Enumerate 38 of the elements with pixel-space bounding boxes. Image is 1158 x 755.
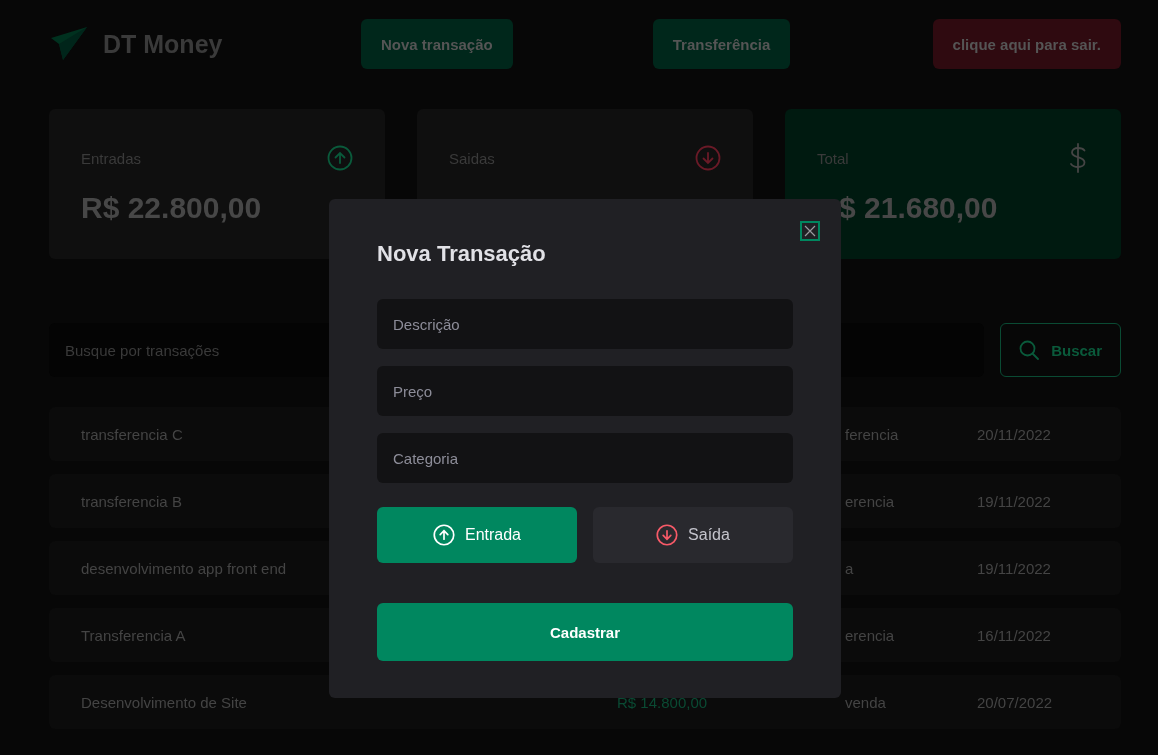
modal-title: Nova Transação — [377, 241, 547, 267]
card-value: $ 21.680,00 — [838, 191, 999, 225]
header-button[interactable]: Transferência — [652, 19, 791, 69]
date-cell: 20/11/2022 — [977, 425, 1051, 443]
description-cell: Transferencia A — [81, 626, 186, 644]
category-cell-text: erencia — [844, 492, 895, 510]
category-cell-text: erencia — [844, 626, 895, 644]
category-cell-text: venda — [844, 693, 886, 711]
arrow-down-circle-icon — [656, 524, 679, 546]
date-cell: 19/11/2022 — [977, 492, 1051, 510]
description-cell: transferencia B — [81, 492, 182, 510]
date-cell: 20/07/2022 — [977, 693, 1053, 711]
text-field[interactable]: Preço — [377, 366, 793, 416]
arrow-up-circle-icon — [327, 145, 353, 171]
date-cell: 19/11/2022 — [977, 559, 1051, 577]
description-cell: transferencia C — [81, 425, 183, 443]
card-label: Total — [817, 149, 849, 167]
transaction-type-button[interactable]: Entrada — [377, 507, 577, 563]
transaction-type-button[interactable]: Saída — [593, 507, 793, 563]
search-button[interactable]: Buscar — [1000, 323, 1121, 377]
submit-button[interactable]: Cadastrar — [377, 603, 793, 661]
date-cell: 16/11/2022 — [977, 626, 1051, 644]
logout-button[interactable]: clique aqui para sair. — [932, 19, 1121, 69]
close-button[interactable] — [800, 221, 820, 241]
text-field[interactable]: Categoria — [377, 433, 793, 483]
search-icon — [1019, 340, 1040, 360]
category-cell-text: a — [844, 559, 854, 577]
price-cell: R$ 14.800,00 — [617, 693, 708, 711]
category-cell-text: ferencia — [844, 425, 899, 443]
arrow-up-circle-icon — [432, 524, 455, 546]
header-button[interactable]: Nova transação — [361, 19, 513, 69]
arrow-down-circle-icon — [695, 145, 721, 171]
text-field[interactable]: Descrição — [377, 299, 793, 349]
close-icon — [804, 225, 816, 237]
description-cell: desenvolvimento app front end — [81, 559, 287, 577]
card-value: R$ 22.800,00 — [81, 191, 263, 225]
paper-plane-logo-icon — [49, 26, 89, 62]
description-cell: Desenvolvimento de Site — [81, 693, 247, 711]
